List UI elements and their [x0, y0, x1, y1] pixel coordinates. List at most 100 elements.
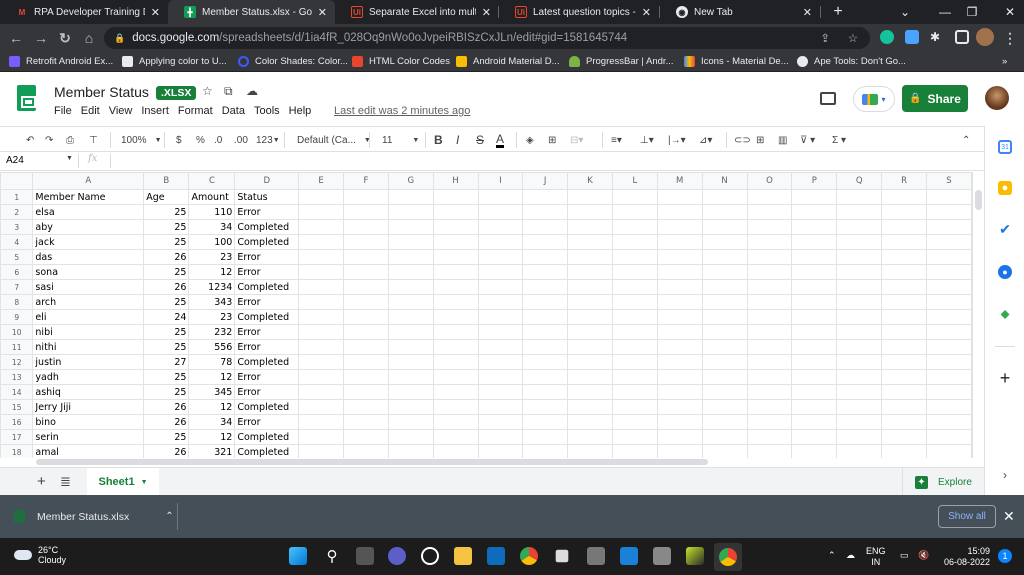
cell-E16[interactable] — [298, 414, 344, 430]
cell-L1[interactable] — [611, 189, 658, 205]
cell-K8[interactable] — [567, 294, 613, 310]
cell-G10[interactable] — [387, 324, 434, 340]
cell-O11[interactable] — [746, 339, 793, 355]
cell-D11[interactable]: Error — [234, 339, 300, 355]
cell-F2[interactable] — [342, 204, 389, 220]
cell-R16[interactable] — [881, 414, 928, 430]
row-header[interactable]: 15 — [0, 399, 34, 415]
insert-link-icon[interactable]: ⊂⊃ — [734, 132, 751, 148]
cell-G8[interactable] — [387, 294, 434, 310]
cell-P8[interactable] — [791, 294, 838, 310]
cell-P3[interactable] — [791, 219, 838, 235]
cell-N9[interactable] — [701, 309, 748, 325]
cell-S17[interactable] — [926, 429, 972, 445]
cell-B6[interactable]: 25 — [143, 264, 190, 280]
cell-N6[interactable] — [701, 264, 748, 280]
cell-K13[interactable] — [567, 369, 613, 385]
cell-P5[interactable] — [791, 249, 838, 265]
cell-D6[interactable]: Error — [234, 264, 300, 280]
menu-edit[interactable]: Edit — [81, 105, 100, 117]
extensions-icon[interactable]: ✱ — [930, 30, 944, 44]
cell-H13[interactable] — [432, 369, 479, 385]
menu-view[interactable]: View — [109, 105, 133, 117]
column-header[interactable]: H — [432, 172, 479, 190]
cell-D18[interactable]: Completed — [234, 444, 300, 458]
cell-F11[interactable] — [342, 339, 389, 355]
cell-H6[interactable] — [432, 264, 479, 280]
vertical-scroll-thumb[interactable] — [975, 190, 982, 210]
cell-K5[interactable] — [567, 249, 613, 265]
column-header[interactable]: K — [567, 172, 613, 190]
cell-A1[interactable]: Member Name — [32, 189, 145, 205]
cell-H12[interactable] — [432, 354, 479, 370]
bookmark-item[interactable]: Icons - Material De... — [684, 54, 789, 69]
cell-P12[interactable] — [791, 354, 838, 370]
cell-L4[interactable] — [611, 234, 658, 250]
cell-O14[interactable] — [746, 384, 793, 400]
cell-C8[interactable]: 343 — [188, 294, 236, 310]
cell-B10[interactable]: 25 — [143, 324, 190, 340]
undo-icon[interactable]: ↶ — [26, 132, 34, 148]
cell-A8[interactable]: arch — [32, 294, 145, 310]
cell-C5[interactable]: 23 — [188, 249, 236, 265]
cell-M5[interactable] — [656, 249, 703, 265]
cell-N11[interactable] — [701, 339, 748, 355]
bookmark-star-icon[interactable]: ☆ — [848, 31, 858, 45]
cell-G5[interactable] — [387, 249, 434, 265]
filter-icon[interactable]: ⊽ ▾ — [800, 132, 815, 148]
more-formats-button[interactable]: 123 ▼ — [256, 132, 280, 148]
cell-O12[interactable] — [746, 354, 793, 370]
cell-L18[interactable] — [611, 444, 658, 458]
percent-button[interactable]: % — [196, 132, 205, 148]
cell-Q17[interactable] — [836, 429, 883, 445]
print-icon[interactable]: ⎙ — [66, 132, 74, 148]
cell-R17[interactable] — [881, 429, 928, 445]
cell-S7[interactable] — [926, 279, 972, 295]
cell-N8[interactable] — [701, 294, 748, 310]
cell-P18[interactable] — [791, 444, 838, 458]
cell-L10[interactable] — [611, 324, 658, 340]
cell-H9[interactable] — [432, 309, 479, 325]
cell-N16[interactable] — [701, 414, 748, 430]
cell-Q7[interactable] — [836, 279, 883, 295]
display-icon[interactable]: ▭ — [900, 550, 909, 561]
cell-H17[interactable] — [432, 429, 479, 445]
column-header[interactable]: L — [611, 172, 658, 190]
menu-format[interactable]: Format — [178, 105, 213, 117]
cell-K7[interactable] — [567, 279, 613, 295]
cell-P10[interactable] — [791, 324, 838, 340]
cell-E1[interactable] — [298, 189, 344, 205]
cell-F14[interactable] — [342, 384, 389, 400]
sheet-tab-sheet1[interactable]: Sheet1 ▼ — [87, 468, 159, 496]
cell-K18[interactable] — [567, 444, 613, 458]
horizontal-scrollbar[interactable] — [34, 458, 972, 467]
increase-decimal-button[interactable]: .00 — [234, 132, 248, 148]
cell-D1[interactable]: Status — [234, 189, 300, 205]
cell-Q12[interactable] — [836, 354, 883, 370]
document-title[interactable]: Member Status — [54, 84, 149, 100]
cell-H2[interactable] — [432, 204, 479, 220]
show-all-button[interactable]: Show all — [938, 505, 996, 528]
cell-L7[interactable] — [611, 279, 658, 295]
cell-E9[interactable] — [298, 309, 344, 325]
cell-K16[interactable] — [567, 414, 613, 430]
cell-Q4[interactable] — [836, 234, 883, 250]
cell-R4[interactable] — [881, 234, 928, 250]
cell-B16[interactable]: 26 — [143, 414, 190, 430]
cell-M17[interactable] — [656, 429, 703, 445]
cell-H15[interactable] — [432, 399, 479, 415]
new-tab-button[interactable]: + — [818, 0, 858, 24]
menu-file[interactable]: File — [54, 105, 72, 117]
cell-N7[interactable] — [701, 279, 748, 295]
cell-O16[interactable] — [746, 414, 793, 430]
cell-A10[interactable]: nibi — [32, 324, 145, 340]
close-tab-icon[interactable]: ✕ — [642, 6, 651, 19]
font-select[interactable]: Default (Ca... ▼ — [297, 132, 371, 148]
cell-B12[interactable]: 27 — [143, 354, 190, 370]
all-sheets-button[interactable]: ≣ — [60, 474, 71, 490]
cell-A13[interactable]: yadh — [32, 369, 145, 385]
cell-F1[interactable] — [342, 189, 389, 205]
cell-D16[interactable]: Error — [234, 414, 300, 430]
cell-N5[interactable] — [701, 249, 748, 265]
cell-F16[interactable] — [342, 414, 389, 430]
